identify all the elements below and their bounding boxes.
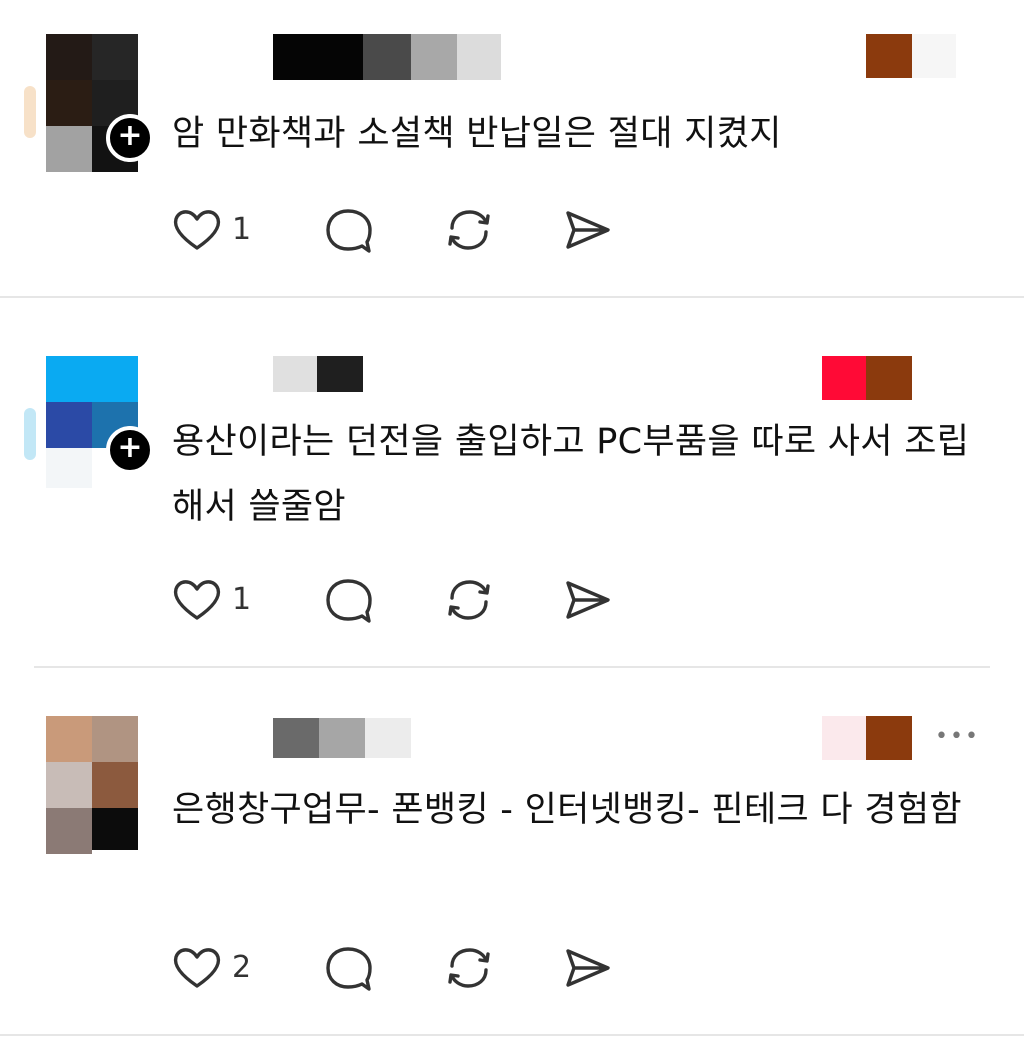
post-text: 암 만화책과 소설책 반납일은 절대 지켰지	[172, 114, 782, 154]
more-options-button[interactable]: •••	[935, 724, 980, 749]
like-count: 1	[232, 582, 252, 617]
repost-icon	[448, 948, 490, 988]
share-icon	[566, 949, 610, 987]
heart-icon	[173, 948, 221, 988]
repost-button[interactable]	[442, 576, 496, 624]
share-icon	[566, 211, 610, 249]
repost-icon	[448, 580, 490, 620]
like-button[interactable]: 1	[170, 576, 260, 624]
plus-icon: +	[117, 430, 143, 465]
more-icon: •••	[935, 724, 980, 749]
follow-button[interactable]: +	[106, 426, 154, 474]
share-icon	[566, 581, 610, 619]
share-button[interactable]	[562, 944, 616, 992]
repost-button[interactable]	[442, 206, 496, 254]
post-text: 용산이라는 던전을 출입하고 PC부품을 따로 사서 조립해서 쓸줄암	[172, 422, 970, 527]
plus-icon: +	[117, 118, 143, 153]
comment-button[interactable]	[322, 206, 376, 254]
like-count: 1	[232, 212, 252, 247]
comment-icon	[326, 947, 372, 991]
heart-icon	[173, 210, 221, 250]
divider	[0, 1034, 1024, 1036]
share-button[interactable]	[562, 576, 616, 624]
like-button[interactable]: 1	[170, 206, 260, 254]
comment-icon	[326, 579, 372, 623]
divider	[34, 666, 990, 668]
comment-icon	[326, 209, 372, 253]
heart-icon	[173, 580, 221, 620]
comment-button[interactable]	[322, 576, 376, 624]
like-count: 2	[232, 950, 252, 985]
avatar[interactable]	[46, 716, 138, 854]
like-button[interactable]: 2	[170, 944, 260, 992]
repost-icon	[448, 210, 490, 250]
post-text: 은행창구업무- 폰뱅킹 - 인터넷뱅킹- 핀테크 다 경험함	[172, 790, 962, 830]
repost-button[interactable]	[442, 944, 496, 992]
divider	[0, 296, 1024, 298]
comment-button[interactable]	[322, 944, 376, 992]
follow-button[interactable]: +	[106, 114, 154, 162]
share-button[interactable]	[562, 206, 616, 254]
